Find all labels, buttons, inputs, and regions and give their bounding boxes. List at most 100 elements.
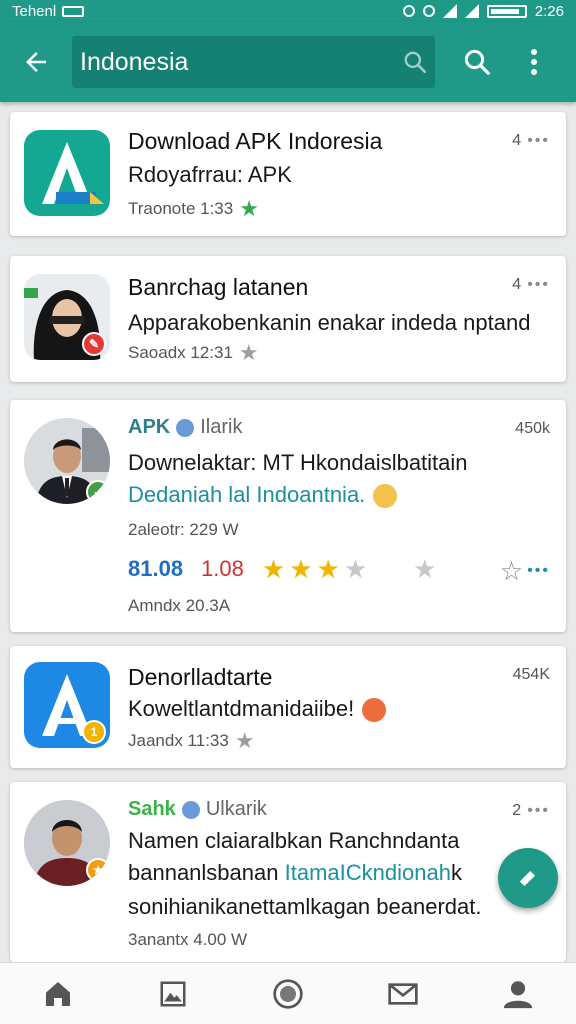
- search-input[interactable]: [80, 47, 402, 77]
- search-icon: [464, 49, 490, 75]
- star-icon: ★: [289, 554, 313, 584]
- stat-blue: 81.08: [128, 556, 184, 581]
- more-horiz-icon[interactable]: •••: [527, 562, 550, 580]
- bottom-navigation: [0, 962, 576, 1024]
- carrier-label: Tehenl: [12, 2, 57, 20]
- clock-label: 2:26: [534, 2, 564, 20]
- nav-gallery[interactable]: [143, 964, 203, 1024]
- item-text-line: Downelaktar: MT Hkondaislbatitain: [128, 450, 468, 475]
- status-bar: Tehenl 2:26: [0, 0, 576, 22]
- item-title: Download APK Indoresia: [128, 128, 383, 154]
- item-count: 450k: [515, 420, 550, 437]
- author-name: APK: [128, 416, 171, 438]
- search-icon: [404, 51, 427, 74]
- item-link-text[interactable]: ItamaICkndionah: [285, 860, 451, 885]
- verified-icon: [176, 418, 195, 437]
- author-handle: Ilarik: [200, 416, 243, 438]
- gallery-icon: [160, 981, 186, 1006]
- profile-icon: [504, 980, 533, 1008]
- item-author: APK Ilarik: [128, 416, 242, 439]
- item-meta: Jaandx 11:33 ★: [128, 730, 255, 752]
- notification-icon: [62, 5, 85, 17]
- badge-icon: 1: [82, 720, 106, 744]
- item-text-line: bannanlsbanan ItamaICkndionahk: [128, 860, 462, 886]
- item-timestamp: Amndx 20.3A: [128, 596, 231, 615]
- nav-home[interactable]: [28, 964, 88, 1024]
- search-field-button[interactable]: [402, 42, 428, 82]
- signal-icon: [464, 4, 479, 18]
- item-timestamp: 3anantx 4.00 W: [128, 930, 248, 949]
- action-row: ☆ •••: [500, 558, 550, 584]
- verified-icon: [181, 800, 200, 819]
- item-count: 2 •••: [512, 802, 550, 820]
- item-count: 454K: [512, 666, 550, 683]
- nav-mail[interactable]: [373, 964, 433, 1024]
- nav-profile[interactable]: [488, 964, 548, 1024]
- wifi-icon: [442, 4, 457, 18]
- compose-fab[interactable]: [498, 848, 558, 908]
- avatar: ★: [24, 800, 110, 886]
- avatar: ✎: [24, 274, 110, 360]
- more-horiz-icon[interactable]: •••: [527, 802, 550, 820]
- sync-icon: [422, 5, 435, 17]
- item-timestamp: Saoadx 12:31: [128, 343, 233, 362]
- more-horiz-icon[interactable]: •••: [527, 276, 550, 294]
- item-title: Denorlladtarte: [128, 664, 273, 690]
- app-icon: 1: [24, 662, 110, 748]
- alarm-icon: [402, 5, 415, 17]
- item-subtitle: Koweltlantdmanidaiibe!: [128, 696, 387, 723]
- emoji-icon: [362, 698, 387, 723]
- item-title: Banrchag latanen: [128, 274, 309, 300]
- back-arrow-icon: [26, 52, 46, 72]
- stats-row: 81.08 1.08 ★ ★ ★ ★ ★: [128, 556, 436, 582]
- item-subtitle-text: Koweltlantdmanidaiibe!: [128, 696, 355, 721]
- item-count: 4 •••: [512, 276, 550, 294]
- badge-icon: ★: [86, 858, 110, 882]
- star-icon: ★: [316, 554, 340, 584]
- stat-red: 1.08: [201, 556, 244, 581]
- edit-icon: [519, 871, 535, 887]
- list-item[interactable]: ✓ APK Ilarik Downelaktar: MT Hkondaislbat…: [10, 400, 566, 632]
- more-horiz-icon[interactable]: •••: [527, 132, 550, 150]
- home-icon: [45, 981, 70, 1006]
- item-timestamp: 2aleotr: 229 W: [128, 520, 239, 539]
- battery-icon: [486, 4, 527, 18]
- item-timestamp: Jaandx 11:33: [128, 731, 229, 750]
- verified-badge-icon: ✓: [86, 480, 110, 504]
- star-outline-icon[interactable]: ☆: [500, 558, 523, 584]
- search-button[interactable]: [447, 22, 507, 102]
- mail-icon: [388, 982, 418, 1005]
- list-item[interactable]: ★ Sahk Ulkarik Namen claiaralbkan Ranchnd…: [10, 782, 566, 962]
- more-vert-icon: [531, 49, 537, 75]
- item-meta: Traonote 1:33 ★: [128, 198, 259, 220]
- item-timestamp: Traonote 1:33: [128, 199, 234, 218]
- avatar: ✓: [24, 418, 110, 504]
- nav-record[interactable]: [258, 964, 318, 1024]
- star-icon[interactable]: ★: [239, 342, 259, 364]
- star-icon: ★: [413, 554, 437, 584]
- emoji-icon: [373, 484, 398, 509]
- item-text: bannanlsbanan: [128, 860, 279, 885]
- item-subtitle: Apparakobenkanin enakar indeda nptand: [128, 310, 531, 335]
- item-author: Sahk Ulkarik: [128, 798, 267, 821]
- author-name: Sahk: [128, 798, 176, 820]
- count-label: 2: [512, 802, 522, 819]
- rating-stars[interactable]: ★ ★ ★ ★ ★: [262, 556, 437, 582]
- more-options-button[interactable]: [507, 22, 561, 102]
- item-text-line: Dedaniah lal Indoantnia.: [128, 482, 398, 509]
- list-item[interactable]: Download APK Indoresia Rdoyafrrau: APK T…: [10, 112, 566, 236]
- back-button[interactable]: [0, 22, 72, 102]
- author-handle: Ulkarik: [205, 798, 267, 820]
- star-icon[interactable]: ★: [235, 730, 255, 752]
- app-icon: [24, 130, 110, 216]
- star-icon: ★: [343, 554, 368, 584]
- count-label: 4: [512, 276, 522, 293]
- item-meta: Saoadx 12:31 ★: [128, 342, 259, 364]
- item-text-line: Namen claiaralbkan Ranchndanta: [128, 828, 460, 853]
- list-item[interactable]: 1 Denorlladtarte Koweltlantdmanidaiibe! …: [10, 646, 566, 768]
- item-link-text[interactable]: Dedaniah lal Indoantnia.: [128, 482, 365, 507]
- list-item[interactable]: ✎ Banrchag latanen Apparakobenkanin enak…: [10, 256, 566, 382]
- star-icon[interactable]: ★: [239, 198, 259, 220]
- record-icon: [273, 978, 303, 1009]
- search-box[interactable]: [72, 36, 435, 88]
